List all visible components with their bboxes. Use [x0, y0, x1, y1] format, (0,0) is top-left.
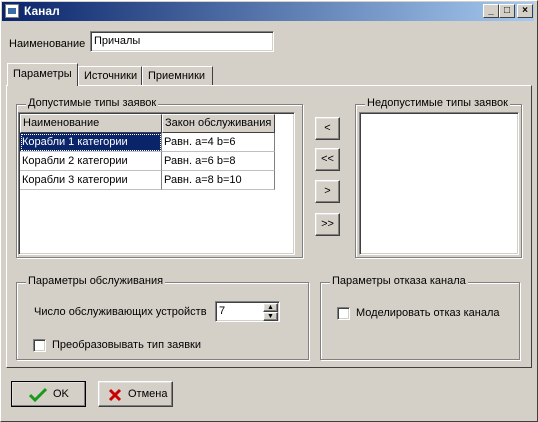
allowed-types-table[interactable]: Наименование Закон обслуживания Корабли …	[18, 112, 295, 255]
minimize-button[interactable]: _	[483, 4, 499, 18]
disallowed-types-legend: Недопустимые типы заявок	[365, 97, 510, 109]
title-bar[interactable]: Канал	[2, 2, 534, 21]
move-left-button[interactable]: <	[315, 117, 340, 140]
convert-type-checkbox[interactable]	[33, 339, 46, 352]
cancel-button[interactable]: Отмена	[98, 381, 173, 407]
table-row-1-name[interactable]: Корабли 1 категории	[20, 133, 162, 152]
spin-down-icon[interactable]: ▼	[263, 312, 278, 321]
table-row-2-law[interactable]: Равн. a=6 b=8	[162, 152, 275, 171]
table-row-2-name[interactable]: Корабли 2 категории	[20, 152, 162, 171]
move-all-right-button[interactable]: >>	[315, 213, 340, 236]
ok-label: OK	[53, 388, 69, 400]
disallowed-types-list[interactable]	[359, 112, 519, 255]
allowed-types-legend: Допустимые типы заявок	[26, 97, 159, 109]
convert-type-label[interactable]: Преобразовывать тип заявки	[52, 339, 201, 351]
devices-count-label: Число обслуживающих устройств	[34, 306, 207, 318]
failure-params-legend: Параметры отказа канала	[330, 275, 468, 287]
tab-receivers[interactable]: Приемники	[142, 66, 213, 85]
failure-params-group	[320, 282, 520, 360]
move-all-left-button[interactable]: <<	[315, 148, 340, 171]
table-row-3-law[interactable]: Равн. a=8 b=10	[162, 171, 275, 190]
ok-button[interactable]: OK	[11, 381, 86, 407]
check-icon	[29, 387, 47, 403]
name-input[interactable]: Причалы	[90, 31, 274, 52]
column-header-law[interactable]: Закон обслуживания	[162, 114, 275, 133]
service-params-legend: Параметры обслуживания	[26, 275, 166, 287]
model-failure-checkbox[interactable]	[337, 307, 350, 320]
cancel-label: Отмена	[128, 388, 168, 400]
model-failure-label[interactable]: Моделировать отказ канала	[356, 307, 500, 319]
window-title: Канал	[24, 4, 60, 18]
devices-count-value: 7	[219, 305, 226, 317]
table-row-3-name[interactable]: Корабли 3 категории	[20, 171, 162, 190]
maximize-button[interactable]: □	[499, 4, 515, 18]
table-row-1-law[interactable]: Равн. a=4 b=6	[162, 133, 275, 152]
spin-up-icon[interactable]: ▲	[263, 303, 278, 312]
app-icon	[5, 4, 19, 18]
name-label: Наименование	[9, 38, 86, 50]
close-button[interactable]: ×	[517, 4, 533, 18]
tab-sources[interactable]: Источники	[78, 66, 142, 85]
devices-count-input[interactable]: 7 ▲ ▼	[215, 301, 280, 322]
tab-parameters[interactable]: Параметры	[7, 63, 78, 86]
move-right-button[interactable]: >	[315, 180, 340, 203]
cancel-x-icon	[108, 388, 122, 402]
name-input-value: Причалы	[94, 35, 141, 47]
column-header-name[interactable]: Наименование	[20, 114, 162, 133]
